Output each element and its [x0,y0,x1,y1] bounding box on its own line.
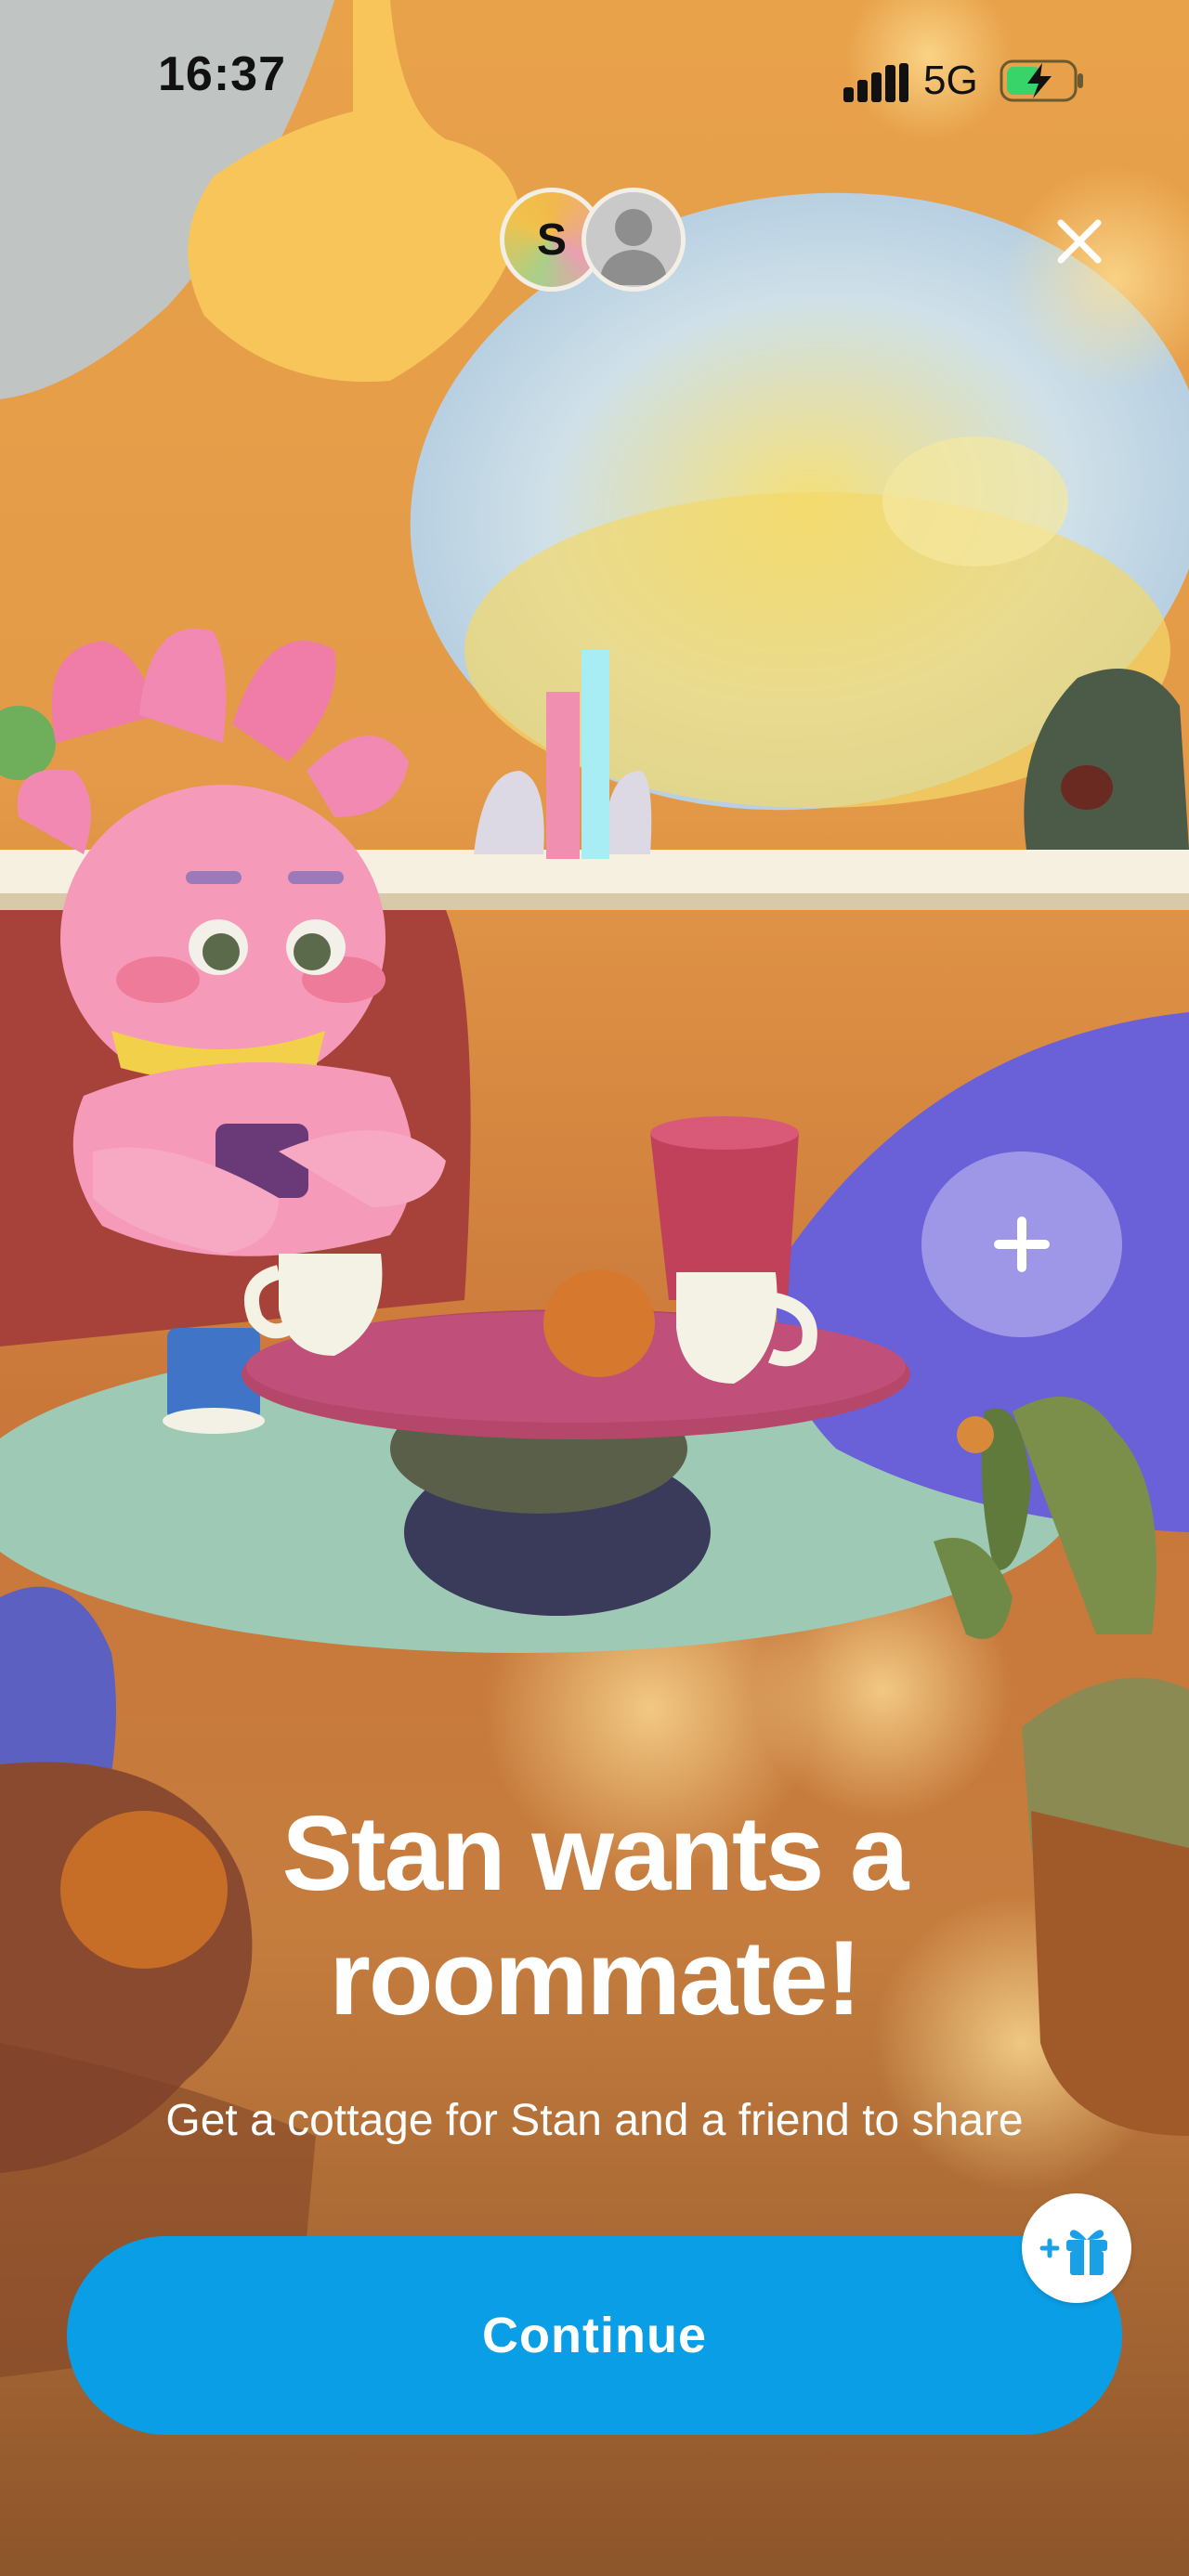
headline-line-2: roommate! [329,1919,861,2037]
gift-plus-icon [1039,2230,1107,2275]
add-roommate-bubble[interactable] [921,1151,1122,1337]
avatar-placeholder [581,188,686,292]
close-button[interactable] [1050,212,1109,271]
page-title: Stan wants a roommate! [93,1792,1096,2041]
close-icon [1057,219,1102,264]
roommate-avatars: S [500,188,686,299]
page-subtitle: Get a cottage for Stan and a friend to s… [165,2096,1024,2145]
cellular-signal-icon [843,63,908,102]
plus-icon [994,1216,1050,1272]
avatar-initial: S [536,215,567,265]
status-bar: 16:37 5G [0,0,1189,158]
battery-charging-icon [1000,59,1083,102]
headline-line-1: Stan wants a [281,1795,909,1913]
network-type: 5G [923,58,978,103]
status-time: 16:37 [158,47,286,101]
gift-button[interactable] [1022,2193,1131,2303]
user-silhouette-icon [586,192,681,287]
roommate-invite-screen: 16:37 5G S Stan wants a roommate! Get a … [0,0,1189,2576]
continue-button[interactable]: Continue [67,2236,1122,2435]
